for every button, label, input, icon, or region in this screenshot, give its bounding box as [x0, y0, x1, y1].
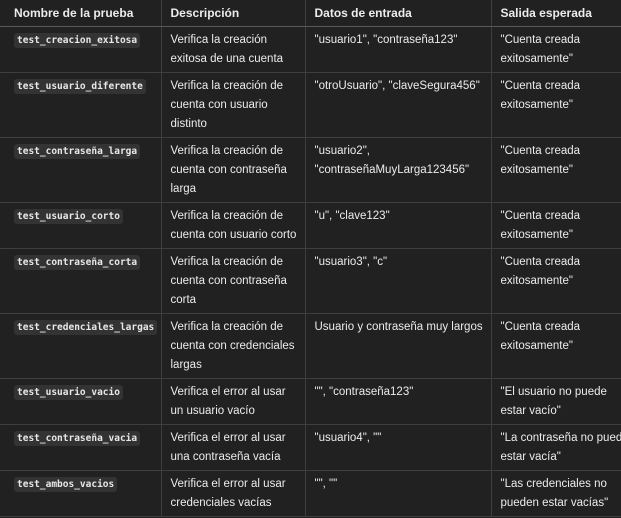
cell-expected-output: "Las credenciales no pueden estar vacías… [491, 470, 621, 517]
cell-input-data: "u", "clave123" [305, 202, 492, 249]
test-name-code: test_contraseña_vacia [14, 431, 141, 446]
cell-input-data: "usuario4", "" [305, 424, 492, 471]
cell-input-data: "usuario3", "c" [305, 248, 492, 314]
table-row: test_credenciales_largas Verifica la cre… [0, 313, 621, 379]
test-name-code: test_creacion_exitosa [14, 33, 141, 48]
cell-description: Verifica la creación de cuenta con contr… [161, 248, 306, 314]
cell-test-name: test_contraseña_vacia [0, 424, 162, 471]
table-row: test_contraseña_larga Verifica la creaci… [0, 137, 621, 203]
test-name-code: test_credenciales_largas [14, 320, 158, 335]
cell-description: Verifica el error al usar una contraseña… [161, 424, 306, 471]
table-row: test_contraseña_vacia Verifica el error … [0, 424, 621, 471]
test-cases-table: Nombre de la prueba Descripción Datos de… [0, 0, 621, 517]
cell-description: Verifica la creación de cuenta con usuar… [161, 202, 306, 249]
cell-test-name: test_usuario_diferente [0, 72, 162, 138]
cell-test-name: test_contraseña_larga [0, 137, 162, 203]
table-body: test_creacion_exitosa Verifica la creaci… [0, 26, 621, 517]
table-row: test_creacion_exitosa Verifica la creaci… [0, 26, 621, 73]
cell-input-data: "usuario2", "contraseñaMuyLarga123456" [305, 137, 492, 203]
header-input-data: Datos de entrada [305, 0, 492, 27]
test-name-code: test_usuario_corto [14, 209, 123, 224]
header-test-name: Nombre de la prueba [0, 0, 162, 27]
cell-input-data: "usuario1", "contraseña123" [305, 26, 492, 73]
cell-test-name: test_contraseña_corta [0, 248, 162, 314]
test-name-code: test_ambos_vacios [14, 477, 118, 492]
cell-expected-output: "Cuenta creada exitosamente" [491, 26, 621, 73]
cell-test-name: test_ambos_vacios [0, 470, 162, 517]
cell-input-data: "", "contraseña123" [305, 378, 492, 425]
cell-description: Verifica la creación de cuenta con usuar… [161, 72, 306, 138]
cell-expected-output: "Cuenta creada exitosamente" [491, 248, 621, 314]
cell-expected-output: "La contraseña no puede estar vacía" [491, 424, 621, 471]
cell-description: Verifica la creación de cuenta con contr… [161, 137, 306, 203]
table-row: test_usuario_corto Verifica la creación … [0, 202, 621, 249]
table-row: test_usuario_vacio Verifica el error al … [0, 378, 621, 425]
header-expected-output: Salida esperada [491, 0, 621, 27]
test-name-code: test_usuario_diferente [14, 79, 146, 94]
cell-test-name: test_credenciales_largas [0, 313, 162, 379]
cell-expected-output: "Cuenta creada exitosamente" [491, 202, 621, 249]
header-description: Descripción [161, 0, 306, 27]
test-name-code: test_contraseña_corta [14, 255, 141, 270]
cell-input-data: "otroUsuario", "claveSegura456" [305, 72, 492, 138]
header-row: Nombre de la prueba Descripción Datos de… [0, 0, 621, 27]
cell-description: Verifica la creación de cuenta con crede… [161, 313, 306, 379]
table-row: test_contraseña_corta Verifica la creaci… [0, 248, 621, 314]
cell-expected-output: "Cuenta creada exitosamente" [491, 137, 621, 203]
cell-expected-output: "El usuario no puede estar vacío" [491, 378, 621, 425]
cell-input-data: "", "" [305, 470, 492, 517]
cell-description: Verifica la creación exitosa de una cuen… [161, 26, 306, 73]
cell-expected-output: "Cuenta creada exitosamente" [491, 313, 621, 379]
cell-description: Verifica el error al usar un usuario vac… [161, 378, 306, 425]
cell-input-data: Usuario y contraseña muy largos [305, 313, 492, 379]
cell-test-name: test_usuario_corto [0, 202, 162, 249]
table-row: test_ambos_vacios Verifica el error al u… [0, 470, 621, 517]
test-name-code: test_contraseña_larga [14, 144, 141, 159]
cell-test-name: test_usuario_vacio [0, 378, 162, 425]
test-name-code: test_usuario_vacio [14, 385, 123, 400]
table-row: test_usuario_diferente Verifica la creac… [0, 72, 621, 138]
cell-description: Verifica el error al usar credenciales v… [161, 470, 306, 517]
cell-test-name: test_creacion_exitosa [0, 26, 162, 73]
table-header: Nombre de la prueba Descripción Datos de… [0, 0, 621, 27]
cell-expected-output: "Cuenta creada exitosamente" [491, 72, 621, 138]
